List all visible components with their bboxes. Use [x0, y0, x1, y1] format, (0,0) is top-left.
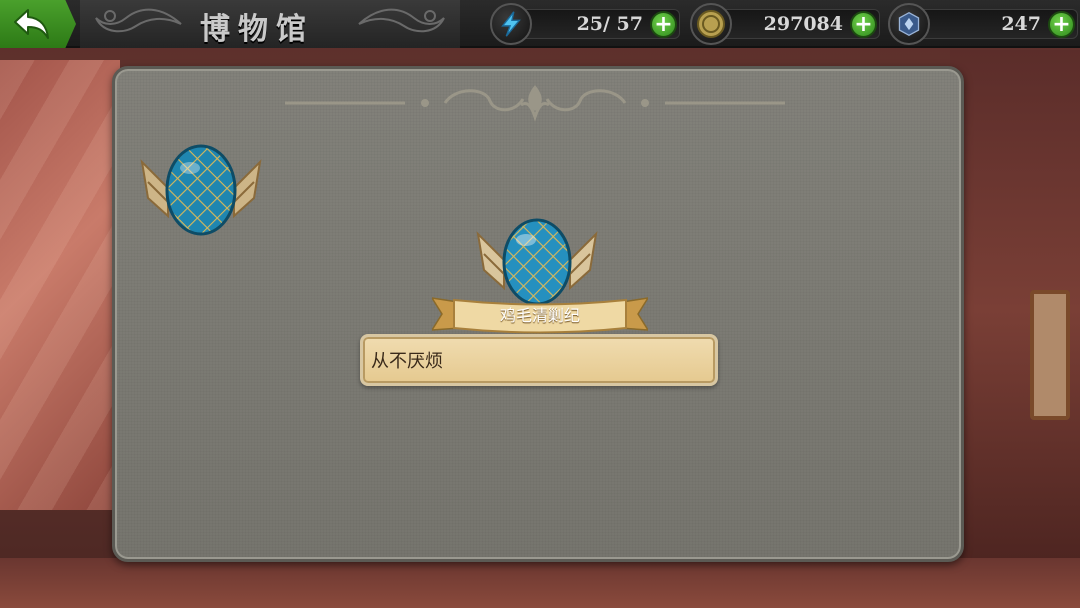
title-plate: 博物馆	[80, 0, 460, 48]
item-description-box: 从不厌烦	[360, 334, 718, 386]
coin-value: 297084	[763, 13, 843, 35]
panel-header-ornament	[285, 85, 785, 122]
back-arrow-icon	[14, 9, 49, 39]
coin-resource: 297084 +	[690, 3, 880, 45]
item-description: 从不厌烦	[371, 351, 443, 372]
add-gem-button[interactable]: +	[1048, 11, 1075, 38]
page-title: 博物馆	[200, 12, 314, 47]
item-name: 鸡毛清剿纪	[499, 306, 580, 325]
coin-icon	[690, 3, 732, 45]
gem-bar: 247 +	[918, 9, 1078, 39]
lightning-icon	[490, 3, 532, 45]
crystal-badge-icon	[888, 3, 930, 45]
title-ornament-right	[358, 8, 445, 33]
back-button[interactable]	[0, 0, 76, 48]
title-ornament-left	[95, 8, 182, 33]
add-energy-button[interactable]: +	[650, 11, 677, 38]
energy-value: 25/ 57	[576, 13, 643, 35]
energy-bar: 25/ 57 +	[520, 9, 680, 39]
top-bar: 博物馆 25/ 57 + 297084 + 247 +	[0, 0, 1080, 48]
coin-bar: 297084 +	[720, 9, 880, 39]
gem-value: 247	[1001, 13, 1041, 35]
background-window	[0, 60, 120, 510]
background-floor	[0, 558, 1080, 608]
energy-resource: 25/ 57 +	[490, 3, 680, 45]
gem-resource: 247 +	[888, 3, 1078, 45]
add-coin-button[interactable]: +	[850, 11, 877, 38]
background-picture-frame	[1030, 290, 1070, 420]
egg-badge-item[interactable]	[138, 138, 264, 240]
